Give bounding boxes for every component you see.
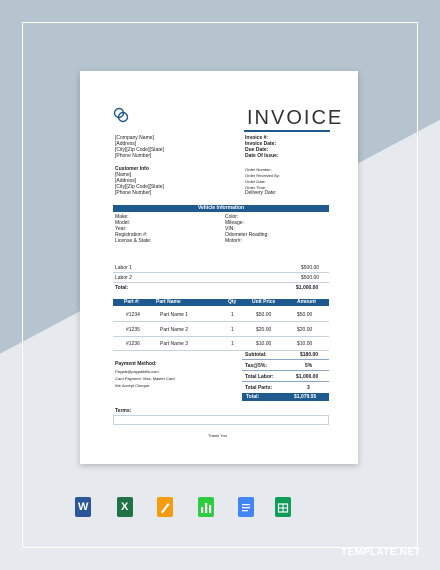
customer-phone: [Phone Number] — [115, 190, 152, 196]
payment-card: Card Payment: Visa, Master Card — [115, 376, 175, 381]
labor-row-divider — [113, 282, 329, 283]
grand-total-label: Total: — [246, 394, 260, 400]
labor-total-value: $1,000.00 — [296, 285, 319, 291]
part-number: #1234 — [126, 312, 140, 318]
part-name: Part Name 2 — [160, 327, 189, 333]
subtotal-value: $180.00 — [300, 352, 319, 358]
total-parts-value: 3 — [307, 385, 310, 391]
pages-icon[interactable] — [157, 497, 173, 517]
parts-row-divider — [113, 336, 329, 337]
labor-desc-header: Labor Description — [116, 255, 159, 261]
vehicle-header: Vehicle Information — [113, 205, 329, 212]
total-labor-value: $1,000.00 — [296, 374, 319, 380]
title-underline — [244, 130, 330, 132]
invoice-document: INVOICE [Company Name] [Address] [City][… — [80, 71, 358, 464]
company-logo-icon — [113, 107, 129, 123]
part-qty: 1 — [231, 341, 234, 347]
total-parts-label: Total Parts: — [245, 385, 273, 391]
tax-value: 5% — [305, 363, 313, 369]
parts-row-divider — [113, 321, 329, 322]
part-qty: 1 — [231, 312, 234, 318]
total-labor-label: Total Labor: — [245, 374, 274, 380]
parts-amount-header: Amount — [297, 299, 316, 305]
parts-qty-header: Qty — [228, 299, 237, 305]
invoice-title: INVOICE — [247, 107, 344, 129]
terms-label: Terms: — [115, 408, 132, 414]
word-icon[interactable]: W — [75, 497, 91, 517]
payment-cheque: We Accept Cheque. — [115, 383, 151, 388]
labor-row-amount: $500.00 — [301, 275, 320, 281]
part-number: #1235 — [126, 327, 140, 333]
parts-num-header: Part #: — [124, 299, 140, 305]
parts-price-header: Unit Price — [252, 299, 276, 305]
parts-name-header: Part Name — [156, 299, 181, 305]
part-qty: 1 — [231, 327, 234, 333]
part-number: #1236 — [126, 341, 140, 347]
labor-row-desc: Labor 1 — [115, 265, 132, 271]
part-name: Part Name 3 — [160, 341, 189, 347]
parts-row-divider — [113, 350, 329, 351]
part-amount: $20.00 — [297, 327, 313, 333]
google-docs-icon[interactable] — [238, 497, 254, 517]
part-name: Part Name 1 — [160, 312, 189, 318]
grand-total-value: $1,079.95 — [294, 394, 317, 400]
payment-heading: Payment Method: — [115, 361, 157, 367]
grand-total-bar: Total: $1,079.95 — [242, 393, 329, 401]
brand-watermark: TEMPLATE.NET — [341, 547, 421, 558]
summary-divider — [242, 359, 329, 360]
delivery-date-label: Delivery Date: — [245, 190, 277, 196]
summary-divider — [242, 370, 329, 371]
excel-icon[interactable]: X — [117, 497, 133, 517]
summary-divider — [242, 381, 329, 382]
labor-total-label: Total: — [115, 285, 129, 291]
tax-label: Tax@5%: — [245, 363, 268, 369]
labor-row-divider — [113, 272, 329, 273]
payment-paypal: Paypal@paypalbills.com — [115, 369, 159, 374]
labor-amount-header: Amount — [299, 255, 318, 261]
part-amount: $50.00 — [297, 312, 313, 318]
labor-row-amount: $500.00 — [301, 265, 320, 271]
part-price: $50.00 — [256, 312, 272, 318]
parts-header: Part #: Part Name Qty Unit Price Amount — [113, 299, 329, 306]
labor-row-desc: Labor 2 — [115, 275, 132, 281]
numbers-icon[interactable] — [198, 497, 214, 517]
part-price: $20.00 — [256, 327, 272, 333]
vehicle-license-label: License & State: — [115, 238, 152, 244]
terms-box — [113, 415, 329, 425]
date-of-issue-label: Date Of Issue: — [245, 153, 279, 159]
subtotal-label: Subtotal: — [245, 352, 267, 358]
part-price: $10.00 — [256, 341, 272, 347]
company-phone: [Phone Number] — [115, 153, 152, 159]
thank-you: Thank You — [208, 433, 227, 438]
google-sheets-icon[interactable] — [275, 497, 291, 517]
vehicle-motor-label: Motor#: — [225, 238, 242, 244]
part-amount: $10.00 — [297, 341, 313, 347]
